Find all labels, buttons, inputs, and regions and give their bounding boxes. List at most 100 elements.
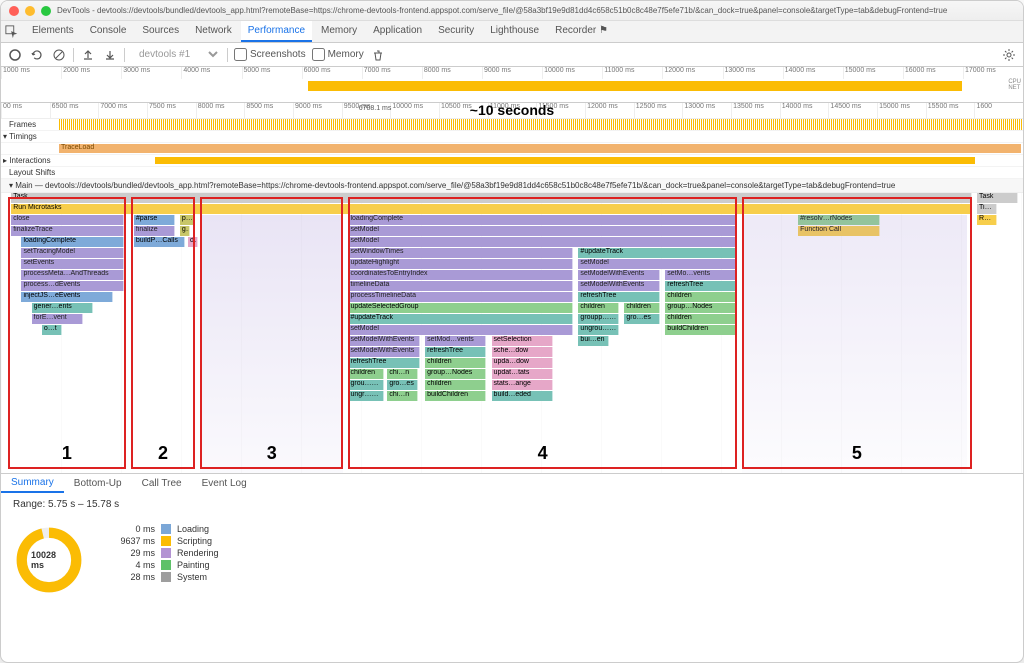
clear-button[interactable]: [51, 47, 67, 63]
flame-item[interactable]: group…Nodes: [665, 303, 737, 313]
btab-call-tree[interactable]: Call Tree: [132, 475, 192, 492]
traceload-bar[interactable]: TraceLoad: [59, 144, 1021, 153]
flame-ruks[interactable]: Ru…ks: [977, 215, 997, 225]
main-thread-label[interactable]: ▾ Main — devtools://devtools/bundled/dev…: [1, 179, 1023, 193]
flame-item[interactable]: setModelWithEvents: [348, 347, 420, 357]
flame-item[interactable]: buildP…Calls: [134, 237, 185, 247]
flame-item[interactable]: ungrou…Nodes: [578, 325, 619, 335]
tab-sources[interactable]: Sources: [135, 21, 186, 42]
flame-item[interactable]: gro…es: [624, 314, 660, 324]
tab-console[interactable]: Console: [83, 21, 134, 42]
btab-summary[interactable]: Summary: [1, 474, 64, 493]
tab-performance[interactable]: Performance: [241, 21, 312, 42]
btab-bottom-up[interactable]: Bottom-Up: [64, 475, 132, 492]
minimize-window-icon[interactable]: [25, 6, 35, 16]
flame-item[interactable]: refreshTree: [665, 281, 737, 291]
tab-lighthouse[interactable]: Lighthouse: [483, 21, 546, 42]
reload-record-button[interactable]: [29, 47, 45, 63]
track-timings[interactable]: ▾ Timings: [1, 131, 1023, 143]
flame-item[interactable]: chi…n: [387, 369, 418, 379]
flame-item[interactable]: buildChildren: [425, 391, 486, 401]
flame-item[interactable]: setSelection: [492, 336, 553, 346]
flame-item[interactable]: #updateTrack: [348, 314, 573, 324]
flame-item[interactable]: #updateTrack: [578, 248, 736, 258]
flame-item[interactable]: injectJS…eEvents: [21, 292, 113, 302]
flame-item[interactable]: setModelWithEvents: [578, 281, 660, 291]
flame-item[interactable]: children: [348, 369, 384, 379]
flame-item[interactable]: children: [624, 303, 660, 313]
flame-item[interactable]: loadingComplete: [348, 215, 736, 225]
flame-item[interactable]: updateSelectedGroup: [348, 303, 573, 313]
flame-task[interactable]: Task: [11, 193, 972, 203]
flame-item[interactable]: coordinatesToEntryIndex: [348, 270, 573, 280]
record-button[interactable]: [7, 47, 23, 63]
tab-security[interactable]: Security: [431, 21, 481, 42]
flame-item[interactable]: grou…odes: [348, 380, 384, 390]
flame-item[interactable]: ungr…odes: [348, 391, 384, 401]
btab-event-log[interactable]: Event Log: [192, 475, 257, 492]
close-window-icon[interactable]: [9, 6, 19, 16]
flame-item[interactable]: gener…ents: [32, 303, 93, 313]
settings-button[interactable]: [1001, 47, 1017, 63]
tab-application[interactable]: Application: [366, 21, 429, 42]
screenshots-checkbox[interactable]: Screenshots: [234, 48, 306, 61]
tab-recorder[interactable]: Recorder ⚑: [548, 21, 615, 42]
flame-item[interactable]: finalize: [134, 226, 175, 236]
flame-item[interactable]: close: [11, 215, 123, 225]
flame-item[interactable]: children: [578, 303, 619, 313]
flame-item[interactable]: buildChildren: [665, 325, 737, 335]
flame-item[interactable]: group…Nodes: [425, 369, 486, 379]
flame-item[interactable]: loadingComplete: [21, 237, 123, 247]
flame-item[interactable]: finalizeTrace: [11, 226, 123, 236]
track-layout-shifts[interactable]: Layout Shifts: [1, 167, 1023, 179]
flame-item[interactable]: setModel: [578, 259, 736, 269]
flame-item[interactable]: setTracingModel: [21, 248, 123, 258]
track-interactions[interactable]: ▸ Interactions: [1, 155, 1023, 167]
tab-memory[interactable]: Memory: [314, 21, 364, 42]
flame-item[interactable]: setModel: [348, 325, 573, 335]
flame-item[interactable]: chi…n: [387, 391, 418, 401]
flame-item[interactable]: o…t: [42, 325, 62, 335]
flame-item[interactable]: setModelWithEvents: [348, 336, 420, 346]
flame-microtasks[interactable]: Run Microtasks: [11, 204, 972, 214]
track-traceload[interactable]: TraceLoad: [1, 143, 1023, 155]
memory-checkbox[interactable]: Memory: [312, 48, 364, 61]
flame-item[interactable]: updateHighlight: [348, 259, 573, 269]
flame-item[interactable]: #parse: [134, 215, 175, 225]
flame-item[interactable]: setMo…vents: [665, 270, 737, 280]
flame-item[interactable]: processTimelineData: [348, 292, 573, 302]
fullscreen-window-icon[interactable]: [41, 6, 51, 16]
flame-ruler[interactable]: 00 ms6500 ms7000 ms7500 ms8000 ms8500 ms…: [1, 103, 1023, 119]
profile-select[interactable]: devtools #1: [131, 47, 221, 62]
flame-item[interactable]: groupp…Nodes: [578, 314, 619, 324]
flame-chart[interactable]: Task Task Run Microtasks Ti…ed close #pa…: [1, 193, 1023, 473]
flame-item[interactable]: timelineData: [348, 281, 573, 291]
tab-network[interactable]: Network: [188, 21, 239, 42]
flame-item[interactable]: gro…es: [387, 380, 418, 390]
flame-item[interactable]: processMeta…AndThreads: [21, 270, 123, 280]
interactions-bar[interactable]: [155, 157, 974, 164]
flame-item[interactable]: g…: [180, 226, 190, 236]
flame-item[interactable]: sche…dow: [492, 347, 553, 357]
track-frames[interactable]: Frames: [1, 119, 1023, 131]
flame-item[interactable]: setModelWithEvents: [578, 270, 660, 280]
flame-item[interactable]: refreshTree: [425, 347, 486, 357]
inspect-icon[interactable]: [5, 25, 19, 39]
flame-item[interactable]: d…: [188, 237, 198, 247]
overview[interactable]: 1000 ms2000 ms3000 ms4000 ms5000 ms6000 …: [1, 67, 1023, 103]
flame-item[interactable]: setWindowTimes: [348, 248, 573, 258]
flame-item[interactable]: bui…en: [578, 336, 609, 346]
collect-garbage-button[interactable]: [370, 47, 386, 63]
flame-item[interactable]: refreshTree: [578, 292, 660, 302]
flame-item[interactable]: setModel: [348, 237, 736, 247]
flame-item[interactable]: children: [425, 380, 486, 390]
flame-item[interactable]: forE…vent: [32, 314, 83, 324]
flame-item[interactable]: updat…tats: [492, 369, 553, 379]
tab-elements[interactable]: Elements: [25, 21, 81, 42]
flame-item[interactable]: children: [665, 292, 737, 302]
flame-item[interactable]: children: [665, 314, 737, 324]
flame-item[interactable]: setEvents: [21, 259, 123, 269]
load-profile-button[interactable]: [80, 47, 96, 63]
flame-item[interactable]: setModel: [348, 226, 736, 236]
flame-item[interactable]: children: [425, 358, 486, 368]
